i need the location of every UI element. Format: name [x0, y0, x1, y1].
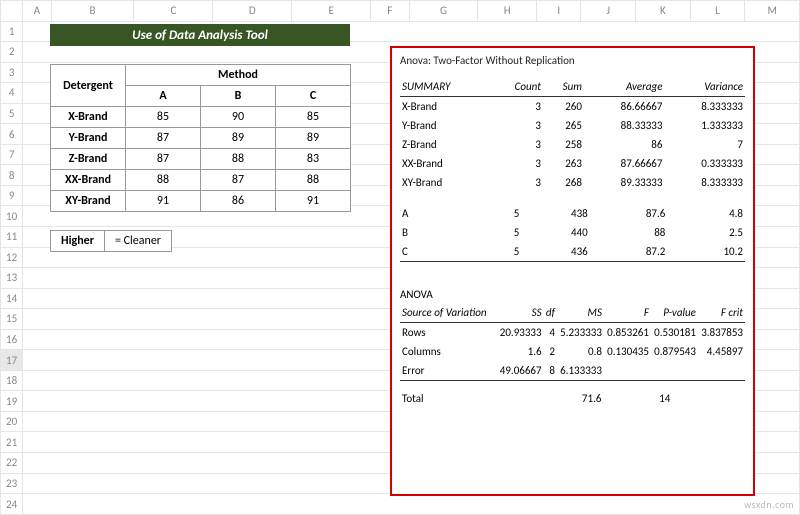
row-header[interactable]: 24: [1, 494, 23, 515]
row-header[interactable]: 14: [1, 288, 23, 309]
row-header[interactable]: 18: [1, 370, 23, 391]
table-row: B5440882.5: [400, 223, 745, 242]
table-row: XY-Brand326889.333338.333333: [400, 173, 745, 192]
anova-summary-table: SUMMARY Count Sum Average Variance X-Bra…: [400, 77, 745, 192]
anova-total: Total71.614: [400, 389, 745, 408]
legend-box: Higher = Cleaner: [50, 230, 172, 252]
col-header[interactable]: L: [690, 1, 745, 22]
anova-result-table: Source of Variation SS df MS F P-value F…: [400, 303, 745, 381]
table-row: XX-Brand888788: [51, 170, 351, 191]
row-header[interactable]: 17: [1, 350, 23, 371]
table-corner: Detergent: [51, 65, 126, 107]
row-header[interactable]: 5: [1, 103, 23, 124]
table-row: Rows20.9333345.2333330.8532610.5301813.8…: [400, 323, 745, 343]
row-header[interactable]: 16: [1, 329, 23, 350]
row-header[interactable]: 3: [1, 62, 23, 83]
anova-heading: Anova: Two-Factor Without Replication: [400, 54, 745, 67]
col-header[interactable]: C: [134, 1, 213, 22]
legend-cleaner: = Cleaner: [104, 231, 171, 252]
col-header[interactable]: A: [23, 1, 51, 22]
row-header[interactable]: 12: [1, 247, 23, 268]
row-header[interactable]: 23: [1, 473, 23, 494]
table-row: Z-Brand878883: [51, 149, 351, 170]
page-title: Use of Data Analysis Tool: [50, 24, 350, 46]
anova-output[interactable]: Anova: Two-Factor Without Replication SU…: [390, 46, 755, 496]
row-header[interactable]: 15: [1, 309, 23, 330]
anova-section-label: ANOVA: [400, 288, 745, 301]
table-row: X-Brand859085: [51, 107, 351, 128]
table-row: C543687.210.2: [400, 242, 745, 262]
col-header[interactable]: H: [478, 1, 537, 22]
col-B: B: [201, 86, 276, 107]
row-header[interactable]: 9: [1, 185, 23, 206]
detergent-table[interactable]: Detergent Method A B C X-Brand859085 Y-B…: [50, 64, 351, 212]
table-row: A543887.64.8: [400, 204, 745, 223]
row-header[interactable]: 2: [1, 42, 23, 63]
row-header[interactable]: 20: [1, 411, 23, 432]
row-header[interactable]: 6: [1, 124, 23, 145]
watermark: wsxdn.com: [744, 498, 794, 511]
col-header[interactable]: D: [213, 1, 292, 22]
anova-abc-table: A543887.64.8 B5440882.5 C543687.210.2: [400, 204, 745, 262]
table-row: XY-Brand918691: [51, 191, 351, 212]
row-header[interactable]: 8: [1, 165, 23, 186]
col-header[interactable]: F: [371, 1, 409, 22]
col-header-row: A B C D E F G H I J K L M: [1, 1, 800, 22]
row-header[interactable]: 1: [1, 21, 23, 42]
table-row: XX-Brand326387.666670.333333: [400, 154, 745, 173]
row-header[interactable]: 21: [1, 432, 23, 453]
col-A: A: [126, 86, 201, 107]
table-row: X-Brand326086.666678.333333: [400, 97, 745, 117]
row-header[interactable]: 10: [1, 206, 23, 227]
col-header[interactable]: E: [292, 1, 371, 22]
table-row: Columns1.620.80.1304350.8795434.45897: [400, 342, 745, 361]
legend-higher: Higher: [51, 231, 105, 252]
row-header[interactable]: 19: [1, 391, 23, 412]
row-header[interactable]: 13: [1, 268, 23, 289]
col-header[interactable]: B: [51, 1, 134, 22]
table-row: Y-Brand878989: [51, 128, 351, 149]
col-header[interactable]: G: [409, 1, 478, 22]
row-header[interactable]: 4: [1, 83, 23, 104]
summary-label: SUMMARY: [400, 77, 490, 97]
col-C: C: [276, 86, 351, 107]
col-header[interactable]: K: [636, 1, 691, 22]
row-header[interactable]: 22: [1, 453, 23, 474]
table-row: Z-Brand3258867: [400, 135, 745, 154]
col-header[interactable]: M: [745, 1, 800, 22]
table-row: Y-Brand326588.333331.333333: [400, 116, 745, 135]
row-header[interactable]: 7: [1, 144, 23, 165]
col-header[interactable]: J: [581, 1, 636, 22]
col-header[interactable]: I: [536, 1, 581, 22]
row-header[interactable]: 11: [1, 227, 23, 248]
table-row: Error49.0666786.133333: [400, 361, 745, 381]
method-header: Method: [126, 65, 351, 86]
